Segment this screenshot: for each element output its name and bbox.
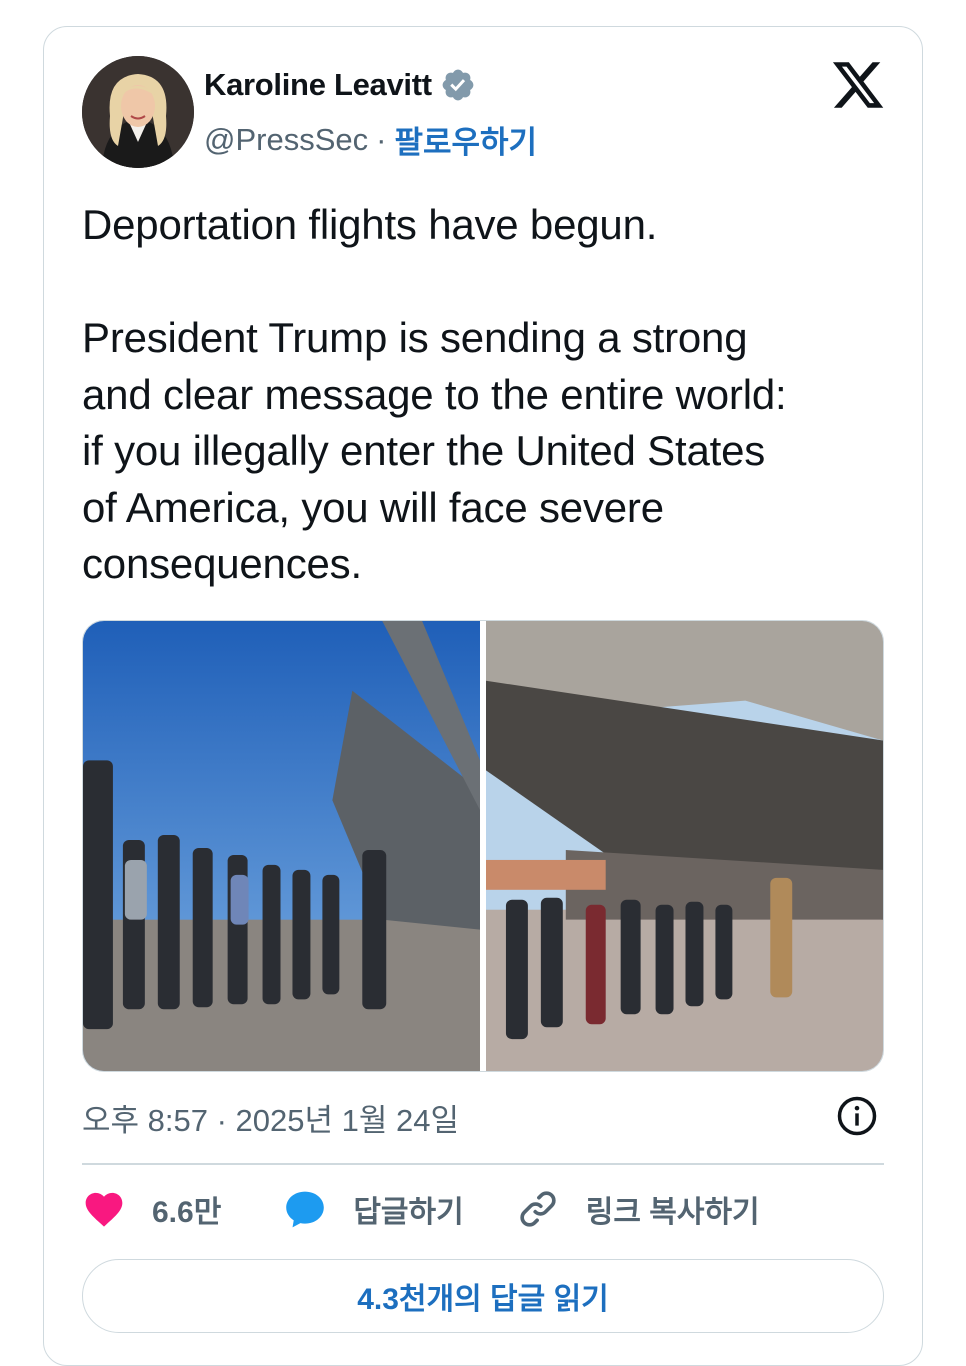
tweet-actions: 6.6만 답글하기 링크 복사하기 [82, 1187, 760, 1231]
like-count: 6.6만 [152, 1196, 222, 1229]
heart-icon[interactable] [82, 1187, 126, 1231]
tweet-timestamp[interactable]: 오후 8:57 · 2025년 1월 24일 [82, 1095, 459, 1140]
media-photo-2[interactable] [486, 621, 883, 1071]
divider [82, 1163, 884, 1165]
separator-dot: · [376, 121, 387, 157]
like-action[interactable]: 6.6만 [82, 1187, 221, 1231]
x-logo-icon[interactable] [830, 57, 886, 113]
tweet-embed-card: Karoline Leavitt @PressSec · 팔로우하기 Depor… [43, 26, 923, 1366]
link-icon[interactable] [516, 1187, 560, 1231]
verified-badge-icon [442, 69, 474, 101]
copy-link-action[interactable]: 링크 복사하기 [516, 1187, 760, 1231]
media-photo-1[interactable] [83, 621, 480, 1071]
author-name-row: Karoline Leavitt [204, 67, 476, 103]
author-handle-row: @PressSec · 팔로우하기 [204, 117, 537, 162]
read-replies-button[interactable]: 4.3천개의 답글 읽기 [82, 1259, 884, 1333]
copy-link-label: 링크 복사하기 [585, 1196, 760, 1229]
media-grid[interactable] [82, 620, 884, 1072]
author-handle[interactable]: @PressSec [204, 122, 368, 158]
reply-label: 답글하기 [353, 1196, 464, 1229]
avatar[interactable] [82, 56, 194, 168]
info-icon[interactable] [836, 1095, 878, 1137]
reply-bubble-icon[interactable] [283, 1187, 327, 1231]
follow-button[interactable]: 팔로우하기 [394, 117, 537, 162]
reply-action[interactable]: 답글하기 [283, 1187, 464, 1231]
tweet-text: Deportation flights have begun. Presiden… [82, 201, 787, 587]
author-name[interactable]: Karoline Leavitt [204, 67, 432, 103]
